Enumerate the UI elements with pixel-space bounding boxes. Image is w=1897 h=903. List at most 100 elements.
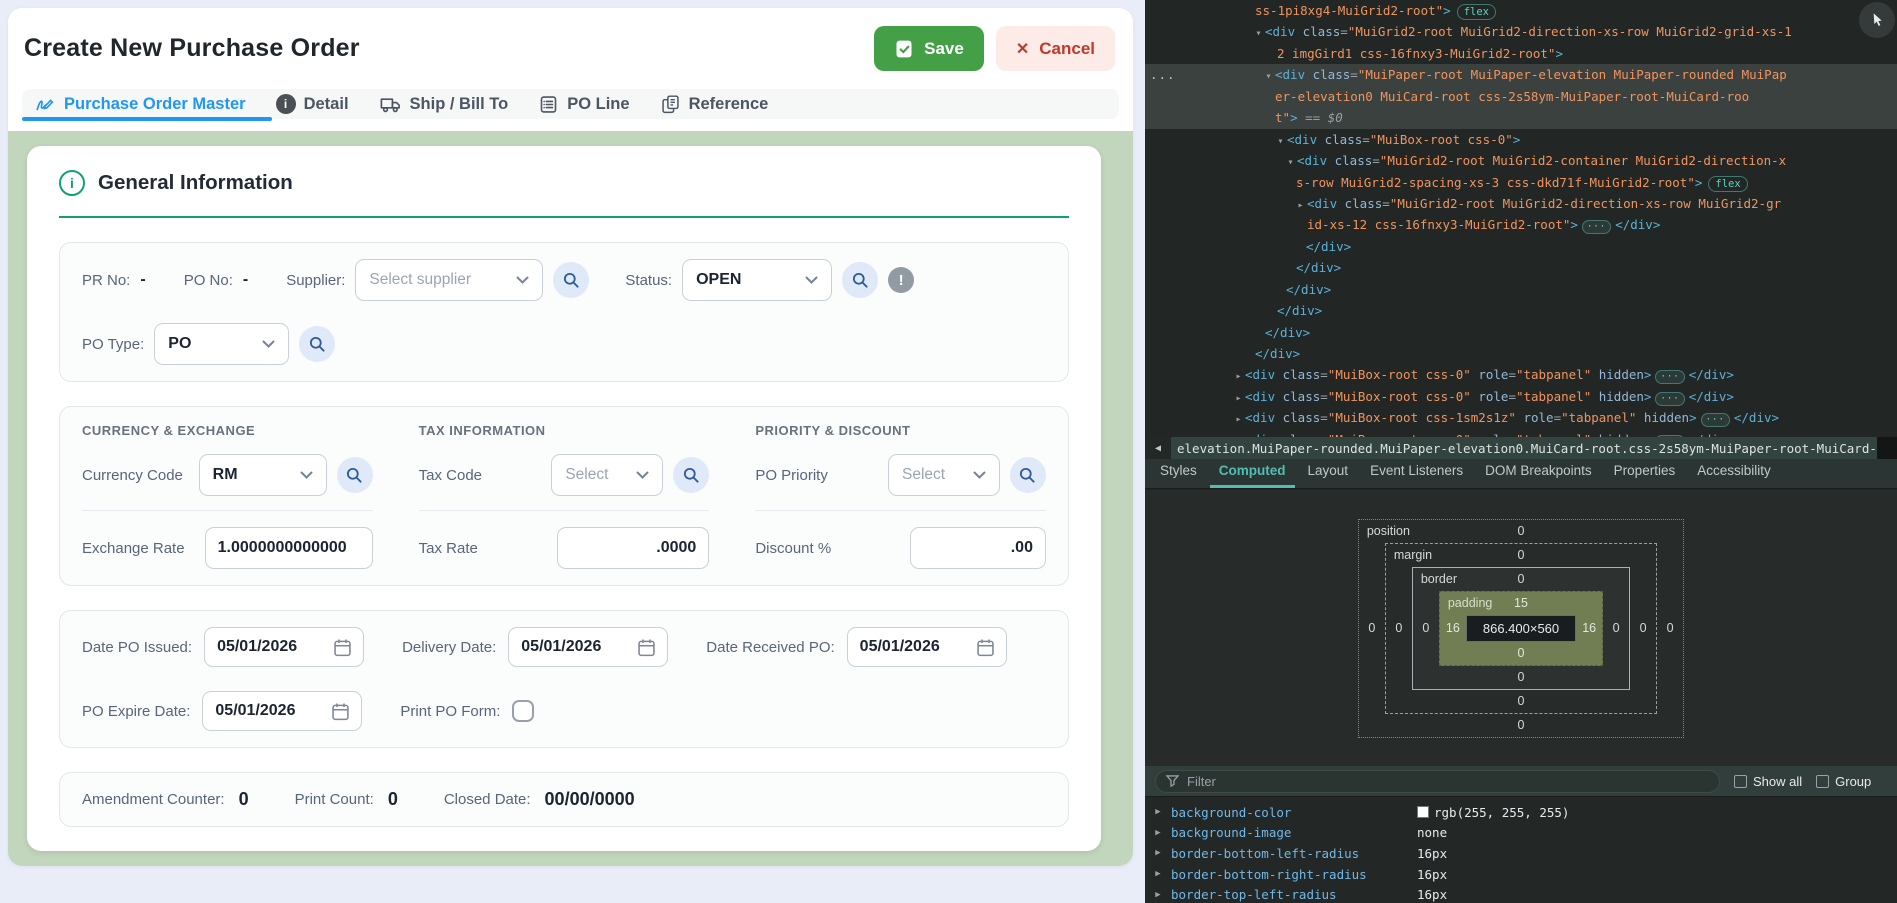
tax-code-search-button[interactable]: [673, 457, 709, 493]
expand-closed-icon[interactable]: ▶: [1145, 828, 1171, 838]
supplier-select[interactable]: Select supplier: [355, 259, 543, 301]
devtools-element-line[interactable]: ▸<div class="MuiGrid2-root MuiGrid2-dire…: [1145, 193, 1897, 214]
tab-purchase-order-master[interactable]: Purchase Order Master: [34, 93, 246, 115]
tax-rate-input[interactable]: .0000: [557, 527, 709, 569]
devtools-tab-accessibility[interactable]: Accessibility: [1688, 457, 1780, 488]
tab-ship-bill-to[interactable]: Ship / Bill To: [379, 93, 509, 116]
devtools-element-line[interactable]: </div>: [1145, 343, 1897, 364]
expand-closed-icon[interactable]: ▶: [1145, 869, 1171, 879]
supplier-search-button[interactable]: [553, 262, 589, 298]
devtools-element-line[interactable]: ▾<div class="MuiBox-root css-0">: [1145, 129, 1897, 150]
ellipsis-pill[interactable]: ···: [1655, 370, 1684, 384]
calendar-icon[interactable]: [636, 637, 657, 658]
search-icon: [851, 271, 870, 290]
tab-detail[interactable]: i Detail: [276, 94, 349, 114]
computed-property-row[interactable]: ▶background-imagenone: [1145, 823, 1897, 844]
devtools-element-line[interactable]: ...▾<div class="MuiPaper-root MuiPaper-e…: [1145, 64, 1897, 85]
devtools-tab-dom-breakpoints[interactable]: DOM Breakpoints: [1476, 457, 1601, 488]
expand-open-icon[interactable]: ▾: [1284, 152, 1297, 173]
breadcrumb-back-button[interactable]: ◀: [1145, 437, 1171, 459]
po-priority-select[interactable]: Select: [888, 454, 1000, 496]
devtools-element-line[interactable]: er-elevation0 MuiCard-root css-2s58ym-Mu…: [1145, 86, 1897, 107]
chevron-down-icon: [516, 276, 529, 284]
computed-property-row[interactable]: ▶background-colorrgb(255, 255, 255): [1145, 802, 1897, 823]
expand-closed-icon[interactable]: ▸: [1294, 195, 1307, 216]
devtools-element-line[interactable]: </div>: [1145, 257, 1897, 278]
box-model-margin[interactable]: margin0 0 border0 0 padding15 16: [1385, 543, 1657, 714]
date-received-po-input[interactable]: 05/01/2026: [847, 627, 1007, 667]
expand-closed-icon[interactable]: ▸: [1232, 388, 1245, 409]
devtools-element-line[interactable]: ▸<div class="MuiBox-root css-1sm2s1z" ro…: [1145, 407, 1897, 428]
expand-open-icon[interactable]: ▾: [1262, 66, 1275, 87]
delivery-date-input[interactable]: 05/01/2026: [508, 627, 668, 667]
group-checkbox[interactable]: Group: [1816, 774, 1871, 789]
flex-badge[interactable]: flex: [1708, 176, 1747, 192]
show-all-checkbox[interactable]: Show all: [1734, 774, 1802, 789]
expand-open-icon[interactable]: ▾: [1252, 23, 1265, 44]
po-priority-search-button[interactable]: [1010, 457, 1046, 493]
expand-closed-icon[interactable]: ▸: [1232, 366, 1245, 387]
devtools-element-line[interactable]: ▸<div class="MuiBox-root css-0" role="ta…: [1145, 429, 1897, 437]
print-po-form-checkbox[interactable]: [512, 700, 534, 722]
expand-closed-icon[interactable]: ▶: [1145, 848, 1171, 858]
po-expire-date-input[interactable]: 05/01/2026: [202, 691, 362, 731]
devtools-tab-computed[interactable]: Computed: [1210, 457, 1295, 488]
calendar-icon[interactable]: [975, 637, 996, 658]
devtools-element-line[interactable]: </div>: [1145, 300, 1897, 321]
breadcrumb-scroll-button[interactable]: [1877, 437, 1897, 459]
computed-property-row[interactable]: ▶border-top-left-radius16px: [1145, 884, 1897, 903]
box-model-padding[interactable]: padding15 16 866.400×560 16 0: [1439, 591, 1603, 666]
devtools-element-line[interactable]: ▾<div class="MuiGrid2-root MuiGrid2-cont…: [1145, 150, 1897, 171]
status-search-button[interactable]: [842, 262, 878, 298]
devtools-element-line[interactable]: </div>: [1145, 279, 1897, 300]
box-model-position[interactable]: position0 0 margin0 0 border0 0 padding1…: [1358, 519, 1684, 738]
expand-closed-icon[interactable]: ▶: [1145, 807, 1171, 817]
currency-code-select[interactable]: RM: [199, 454, 327, 496]
devtools-element-line[interactable]: </div>: [1145, 236, 1897, 257]
ellipsis-pill[interactable]: ···: [1582, 220, 1611, 234]
devtools-element-line[interactable]: </div>: [1145, 322, 1897, 343]
ellipsis-pill[interactable]: ···: [1701, 413, 1730, 427]
tab-reference[interactable]: Reference: [660, 94, 769, 115]
ellipsis-pill[interactable]: ···: [1655, 392, 1684, 406]
box-model-border[interactable]: border0 0 padding15 16 866.400×560 16: [1412, 567, 1630, 690]
devtools-element-line[interactable]: id-xs-12 css-16fnxy3-MuiGrid2-root">···<…: [1145, 214, 1897, 235]
exchange-rate-input[interactable]: 1.0000000000000: [205, 527, 373, 569]
devtools-tab-properties[interactable]: Properties: [1605, 457, 1685, 488]
devtools-tab-layout[interactable]: Layout: [1299, 457, 1358, 488]
expand-closed-icon[interactable]: ▸: [1232, 409, 1245, 430]
calendar-icon[interactable]: [330, 701, 351, 722]
devtools-element-line[interactable]: ▾<div class="MuiGrid2-root MuiGrid2-dire…: [1145, 21, 1897, 42]
status-select[interactable]: OPEN: [682, 259, 832, 301]
discount-input[interactable]: .00: [910, 527, 1046, 569]
tab-po-line[interactable]: PO Line: [538, 94, 629, 115]
flex-badge[interactable]: flex: [1457, 4, 1496, 20]
devtools-element-line[interactable]: t"> == $0: [1145, 107, 1897, 128]
devtools-element-line[interactable]: 2 imgGird1 css-16fnxy3-MuiGrid2-root">: [1145, 43, 1897, 64]
code-token: "MuiBox-root css-1sm2s1z": [1328, 410, 1516, 425]
line-gutter-marker: ...: [1150, 64, 1176, 85]
devtools-element-line[interactable]: ▸<div class="MuiBox-root css-0" role="ta…: [1145, 386, 1897, 407]
expand-closed-icon[interactable]: ▶: [1145, 890, 1171, 900]
devtools-element-line[interactable]: ▸<div class="MuiBox-root css-0" role="ta…: [1145, 364, 1897, 385]
save-button[interactable]: Save: [874, 26, 984, 71]
expand-open-icon[interactable]: ▾: [1274, 131, 1287, 152]
filter-input[interactable]: Filter: [1155, 770, 1720, 793]
code-token: >: [1443, 3, 1451, 18]
currency-search-button[interactable]: [337, 457, 373, 493]
computed-property-row[interactable]: ▶border-bottom-left-radius16px: [1145, 843, 1897, 864]
date-po-issued-input[interactable]: 05/01/2026: [204, 627, 364, 667]
box-model-content[interactable]: 866.400×560: [1466, 615, 1576, 642]
code-token: == $0: [1298, 110, 1343, 125]
devtools-element-line[interactable]: s-row MuiGrid2-spacing-xs-3 css-dkd71f-M…: [1145, 172, 1897, 193]
calendar-icon[interactable]: [332, 637, 353, 658]
devtools-element-line[interactable]: ss-1pi8xg4-MuiGrid2-root">flex: [1145, 0, 1897, 21]
po-type-select[interactable]: PO: [154, 323, 289, 365]
devtools-tab-event-listeners[interactable]: Event Listeners: [1361, 457, 1472, 488]
computed-property-row[interactable]: ▶border-bottom-right-radius16px: [1145, 864, 1897, 885]
devtools-tab-styles[interactable]: Styles: [1151, 457, 1206, 488]
po-type-search-button[interactable]: [299, 326, 335, 362]
breadcrumb[interactable]: elevation.MuiPaper-rounded.MuiPaper-elev…: [1171, 441, 1877, 456]
cancel-button[interactable]: ✕ Cancel: [996, 26, 1115, 71]
tax-code-select[interactable]: Select: [551, 454, 663, 496]
